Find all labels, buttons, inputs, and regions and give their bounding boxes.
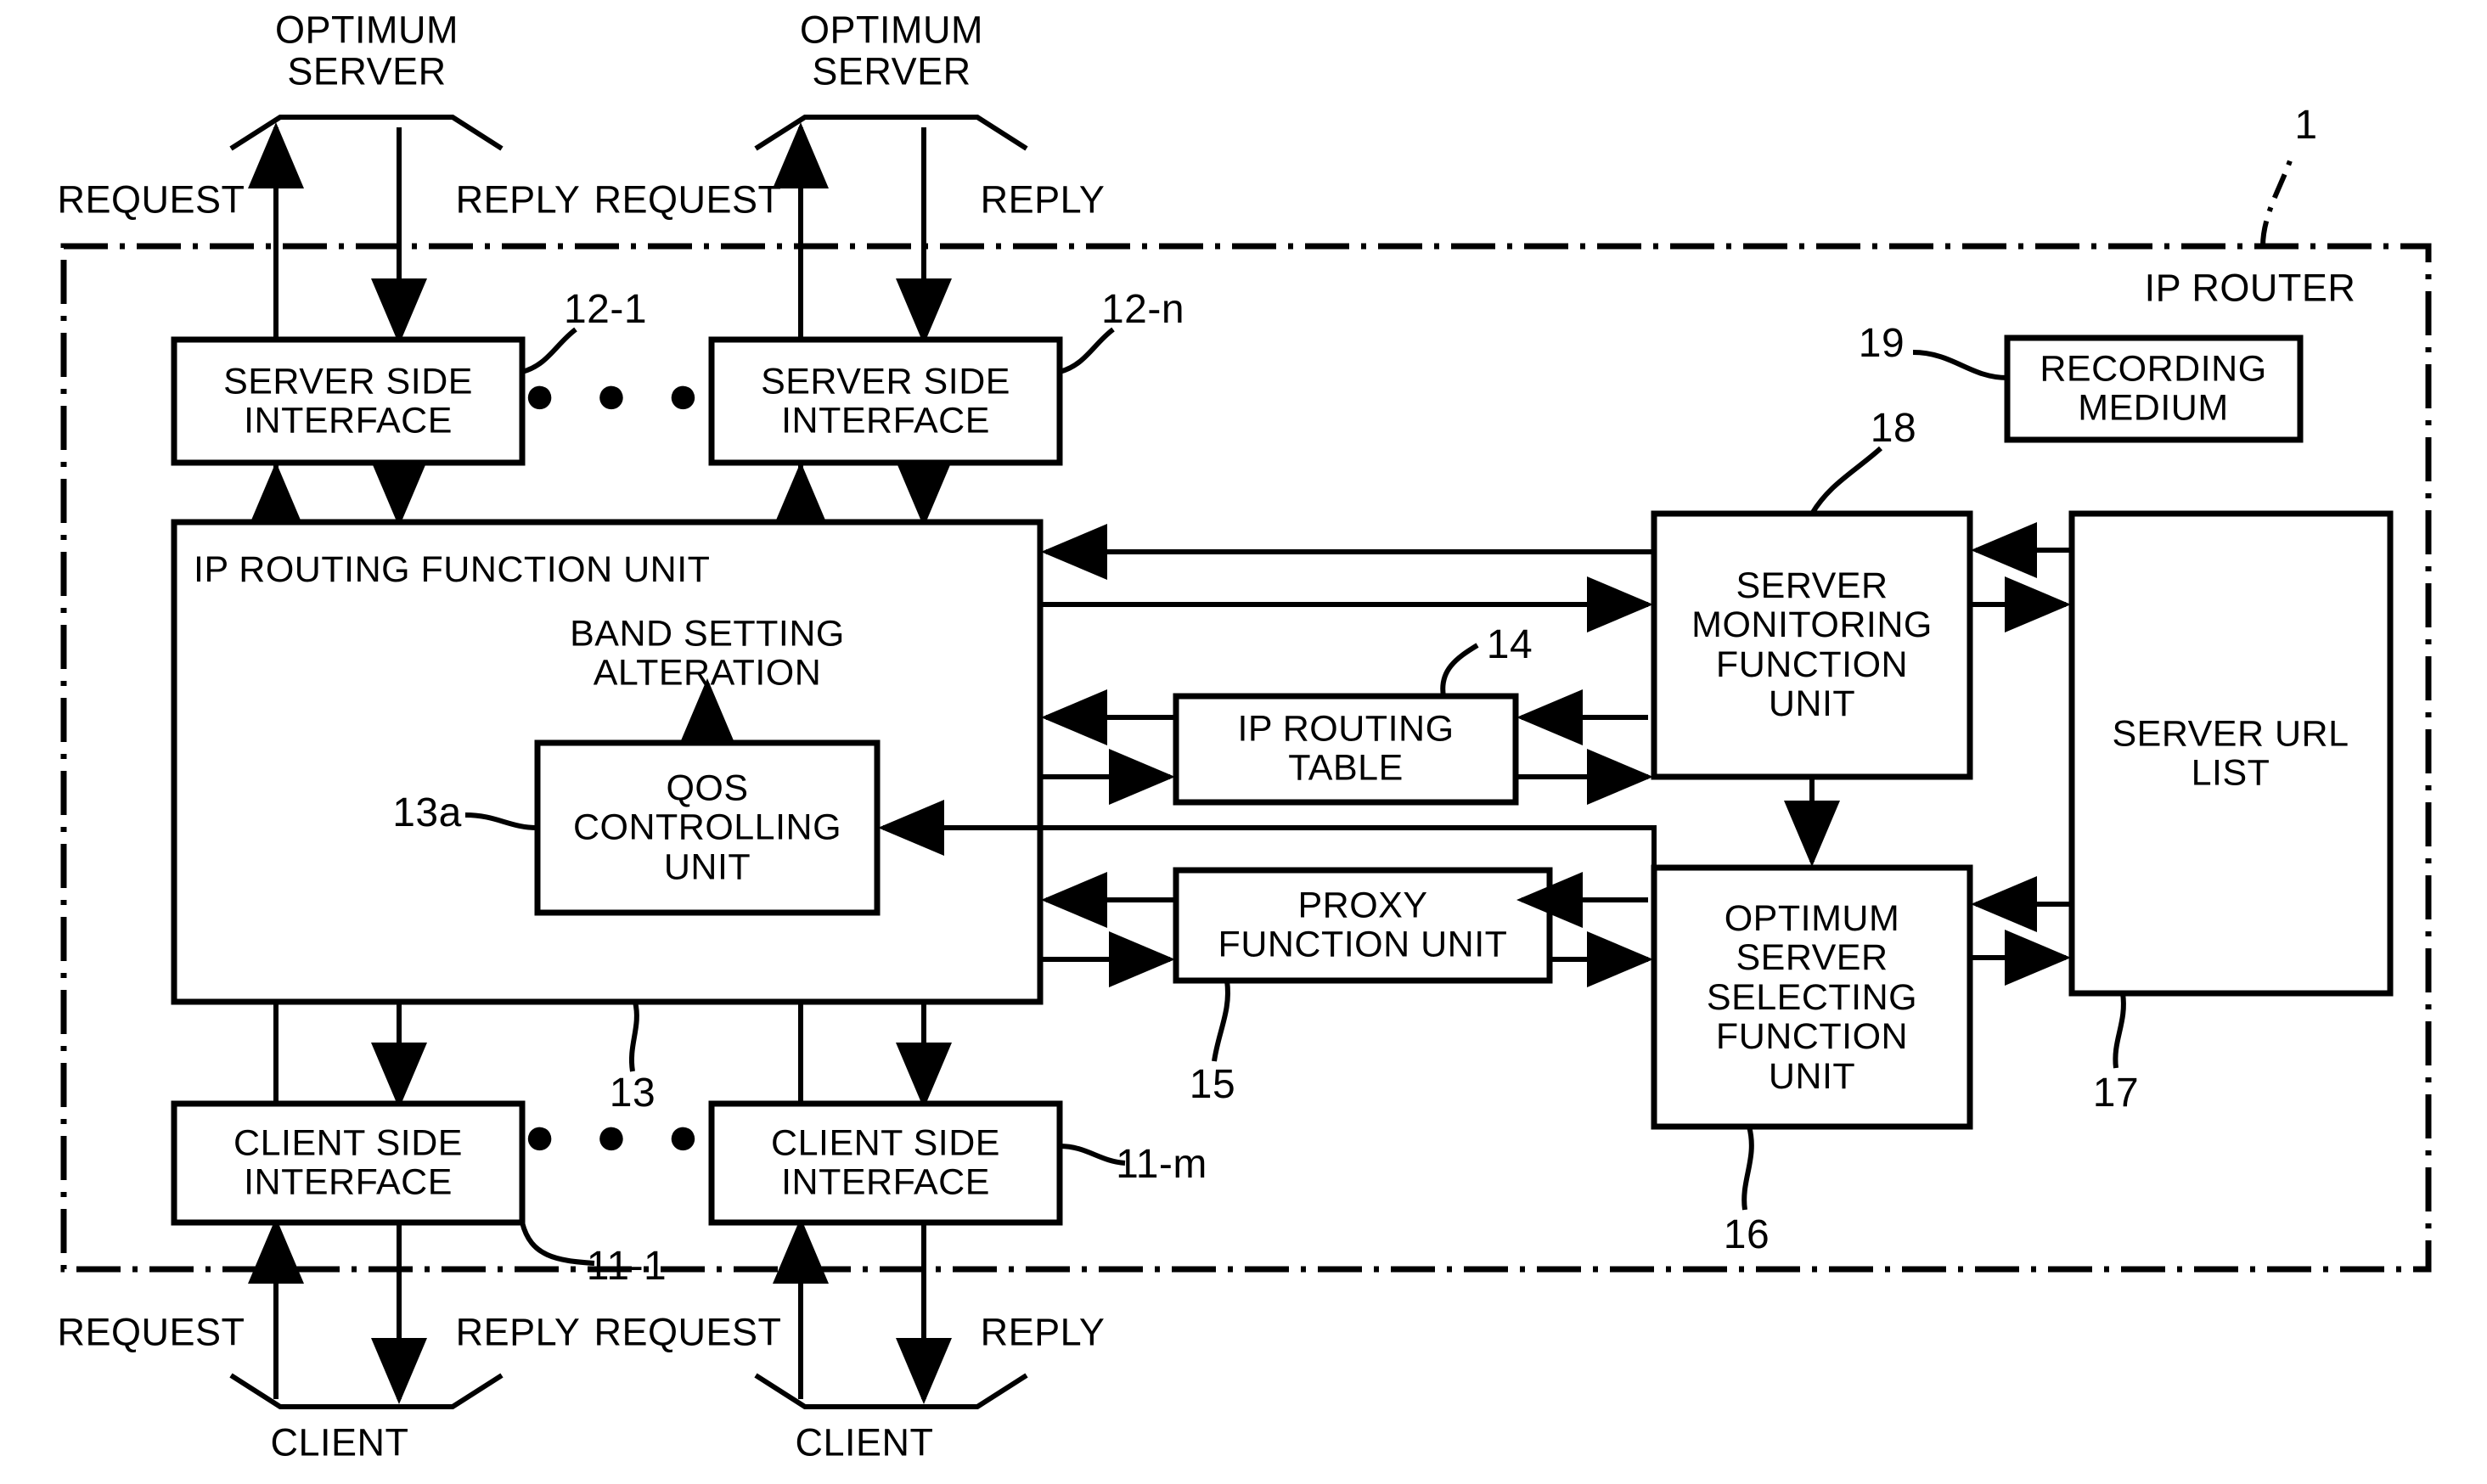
label-ip-routing-table: IP ROUTING TABLE bbox=[1237, 708, 1455, 789]
leader-16 bbox=[1741, 1126, 1754, 1211]
label-ip-routing-function-unit: IP ROUTING FUNCTION UNIT bbox=[194, 549, 711, 590]
leader-13 bbox=[629, 1001, 639, 1072]
label-proxy-function-unit: PROXY FUNCTION UNIT bbox=[1218, 885, 1508, 965]
flow-label-bottom-reply-m: REPLY bbox=[980, 1310, 1106, 1354]
flow-label-bottom-request-m: REQUEST bbox=[594, 1310, 782, 1354]
flow-label-top-request-n: REQUEST bbox=[594, 177, 782, 222]
leader-18 bbox=[1809, 446, 1883, 515]
optimum-server-bracket-1 bbox=[229, 115, 504, 151]
label-server-url-list: SERVER URL LIST bbox=[2112, 713, 2349, 794]
ref-label-13: 13 bbox=[609, 1071, 656, 1116]
label-server-side-interface-1: SERVER SIDE INTERFACE bbox=[223, 361, 473, 441]
ref-label-12-1: 12-1 bbox=[563, 287, 648, 333]
optimum-server-label-1: OPTIMUM SERVER bbox=[275, 8, 459, 93]
ref-label-11-m: 11-m bbox=[1116, 1142, 1207, 1188]
ref-label-11-1: 11-1 bbox=[586, 1244, 667, 1290]
ref-label-17: 17 bbox=[2092, 1071, 2140, 1116]
client-bracket-m bbox=[754, 1373, 1028, 1409]
label-server-side-interface-n: SERVER SIDE INTERFACE bbox=[761, 361, 1010, 441]
ref-label-1: 1 bbox=[2294, 103, 2318, 149]
label-qos-controlling-unit: QOS CONTROLLING UNIT bbox=[572, 767, 842, 888]
ref-label-16: 16 bbox=[1723, 1212, 1770, 1258]
flow-label-bottom-request-1: REQUEST bbox=[57, 1310, 245, 1354]
optimum-server-bracket-n bbox=[754, 115, 1028, 151]
ellipsis-server-interfaces: ● ● ● bbox=[523, 363, 712, 425]
leader-17 bbox=[2113, 992, 2126, 1069]
label-client-side-interface-m: CLIENT SIDE INTERFACE bbox=[771, 1122, 1000, 1203]
client-bracket-1 bbox=[229, 1373, 504, 1409]
leader-15 bbox=[1212, 980, 1230, 1062]
ref-label-12-n: 12-n bbox=[1100, 287, 1185, 333]
flow-label-top-reply-n: REPLY bbox=[980, 177, 1106, 222]
flow-label-top-request-1: REQUEST bbox=[57, 177, 245, 222]
client-label-1: CLIENT bbox=[270, 1420, 409, 1464]
label-optimum-server-selecting-function-unit: OPTIMUM SERVER SELECTING FUNCTION UNIT bbox=[1706, 897, 1918, 1097]
outer-boundary-label: IP ROUTER bbox=[2144, 266, 2356, 310]
ref-label-19: 19 bbox=[1858, 321, 1905, 367]
flow-label-bottom-reply-1: REPLY bbox=[455, 1310, 581, 1354]
label-recording-medium: RECORDING MEDIUM bbox=[2040, 348, 2267, 429]
ref-label-15: 15 bbox=[1189, 1062, 1236, 1108]
label-server-monitoring-function-unit: SERVER MONITORING FUNCTION UNIT bbox=[1691, 565, 1933, 725]
optimum-server-label-n: OPTIMUM SERVER bbox=[800, 8, 983, 93]
ref-label-13a: 13a bbox=[392, 790, 462, 836]
flow-label-top-reply-1: REPLY bbox=[455, 177, 581, 222]
ref-label-14: 14 bbox=[1486, 622, 1533, 668]
leader-11-1 bbox=[520, 1222, 595, 1266]
figure-canvas: IP ROUTER 1 OPTIMUM SERVER OPTIMUM SERVER … bbox=[0, 0, 2487, 1484]
leader-14 bbox=[1440, 643, 1479, 697]
label-band-setting-alteration: BAND SETTING ALTERATION bbox=[570, 613, 845, 694]
leader-12-n bbox=[1059, 327, 1115, 374]
leader-ref-1 bbox=[2260, 152, 2295, 247]
ref-label-18: 18 bbox=[1870, 406, 1917, 452]
leader-19 bbox=[1912, 350, 2008, 380]
client-label-m: CLIENT bbox=[795, 1420, 934, 1464]
label-client-side-interface-1: CLIENT SIDE INTERFACE bbox=[234, 1122, 463, 1203]
